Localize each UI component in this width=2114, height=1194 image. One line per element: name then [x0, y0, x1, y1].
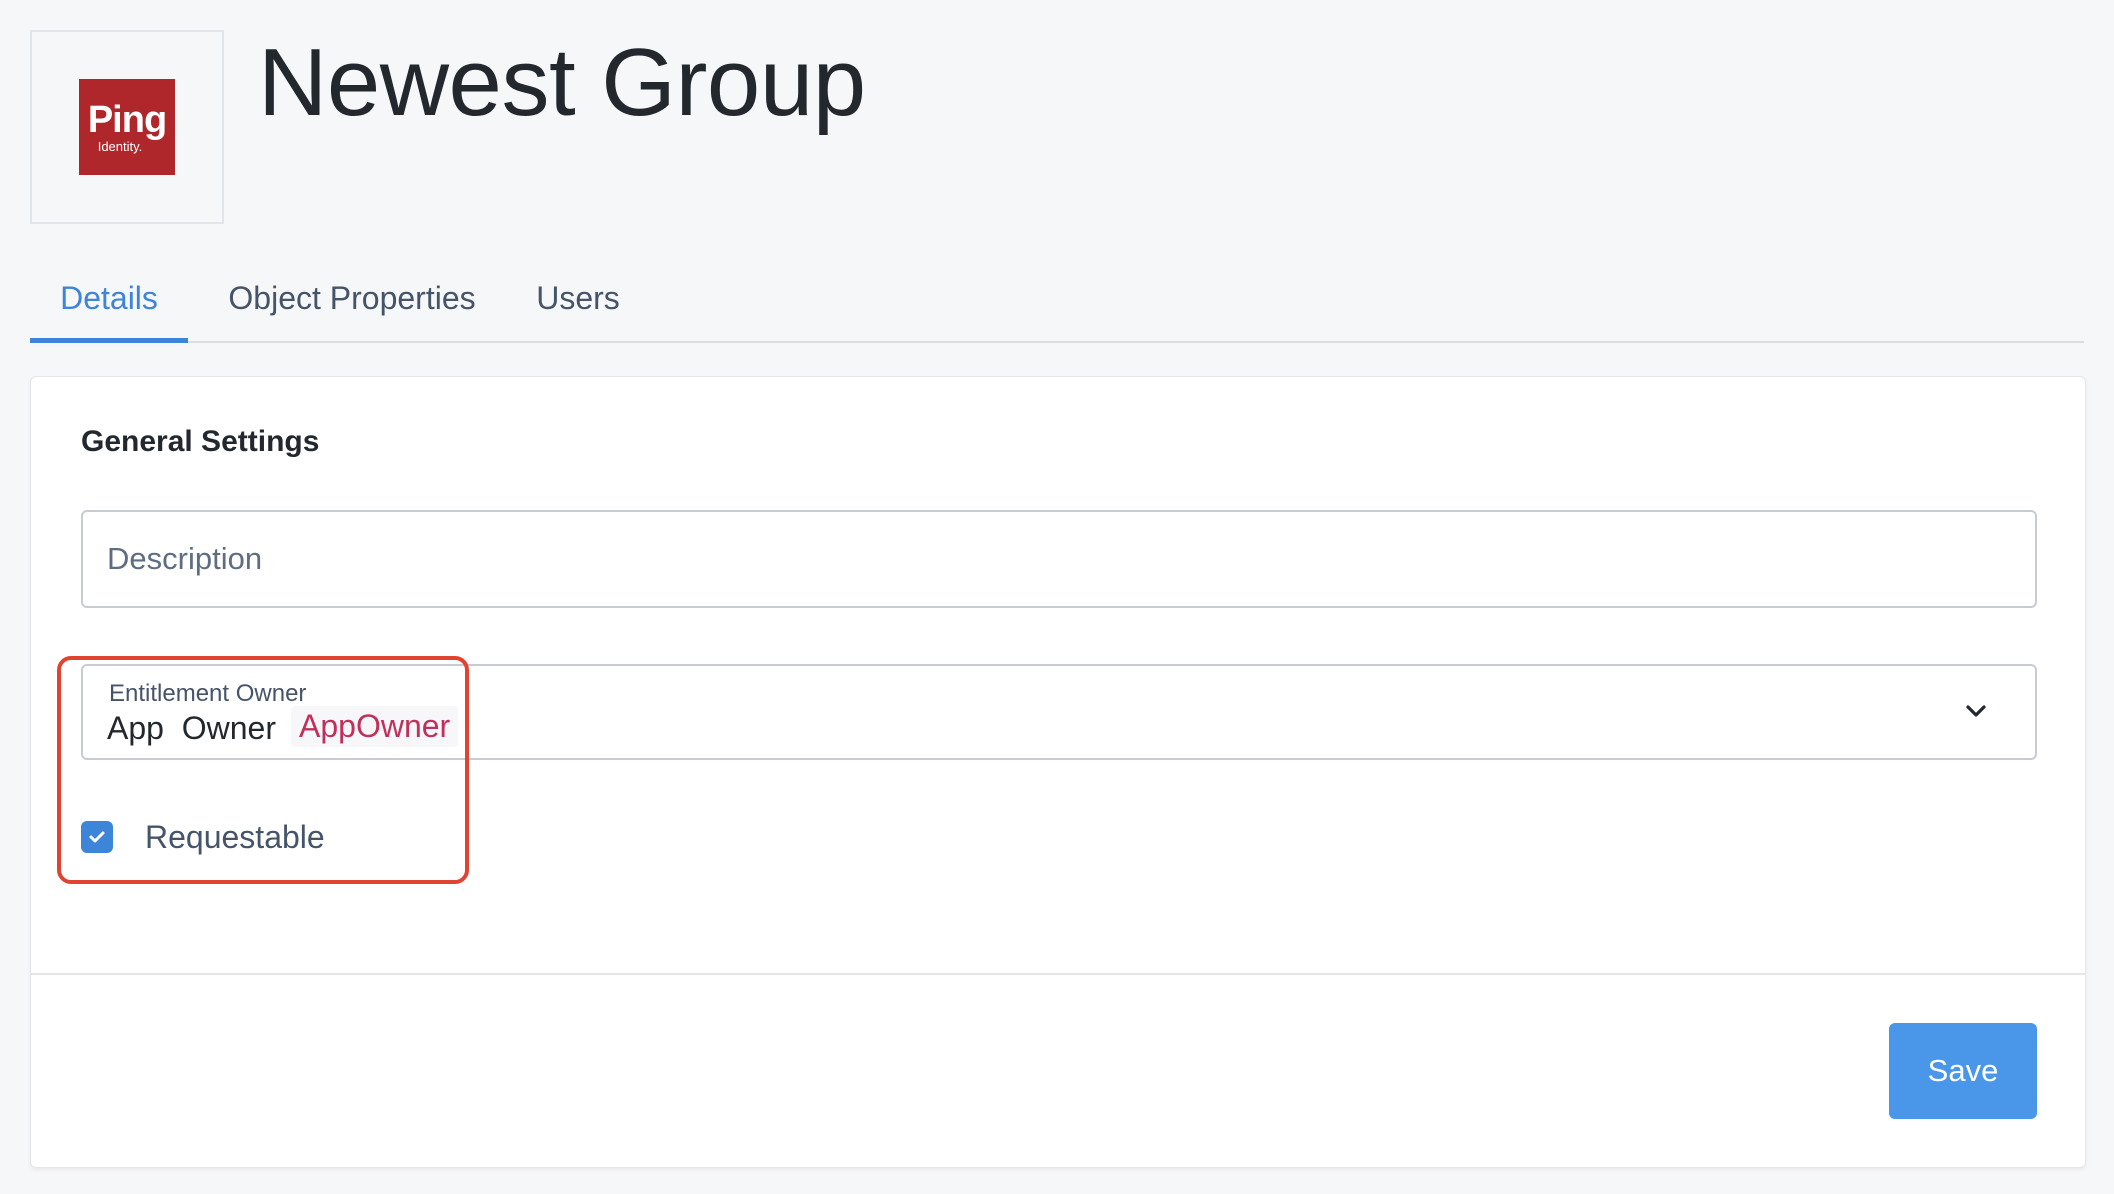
entitlement-owner-username: AppOwner	[291, 706, 459, 747]
tab-users[interactable]: Users	[528, 268, 628, 343]
tab-bar: Details Object Properties Users	[30, 268, 2084, 343]
section-title: General Settings	[81, 425, 320, 458]
check-icon	[89, 831, 105, 843]
ping-identity-logo: Ping Identity.	[79, 79, 175, 175]
entitlement-owner-label: Entitlement Owner	[109, 680, 307, 707]
entitlement-owner-value: App Owner	[107, 710, 276, 746]
requestable-checkbox[interactable]	[81, 821, 113, 853]
requestable-label: Requestable	[145, 818, 325, 855]
chevron-down-icon[interactable]	[1961, 696, 1991, 726]
logo-brand: Ping	[87, 99, 167, 141]
tab-details[interactable]: Details	[30, 268, 188, 343]
requestable-row: Requestable	[81, 811, 325, 863]
details-card: General Settings Entitlement Owner App O…	[30, 376, 2086, 1168]
tab-object-properties[interactable]: Object Properties	[220, 268, 484, 343]
logo-sub: Identity.	[97, 139, 143, 154]
page-title: Newest Group	[258, 29, 866, 136]
save-button[interactable]: Save	[1889, 1023, 2037, 1119]
card-divider	[31, 973, 2085, 975]
logo-container: Ping Identity.	[30, 30, 224, 224]
entitlement-owner-select[interactable]: Entitlement Owner App Owner AppOwner	[81, 664, 2037, 760]
description-input[interactable]	[81, 510, 2037, 608]
